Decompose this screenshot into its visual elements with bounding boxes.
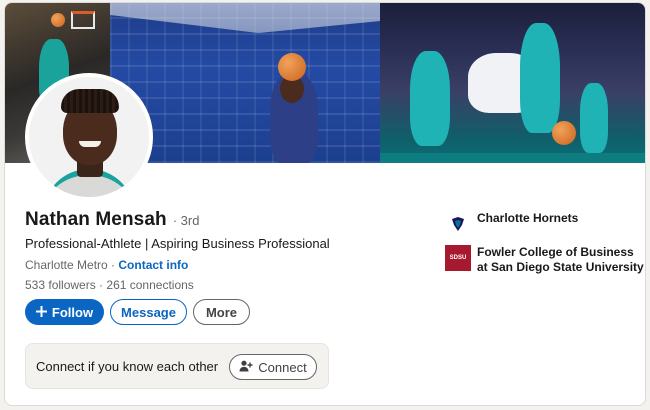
follow-button[interactable]: Follow <box>25 299 104 325</box>
experience-item-hornets[interactable]: Charlotte Hornets <box>445 211 645 237</box>
plus-icon <box>35 305 48 320</box>
profile-location: Charlotte Metro <box>25 258 108 272</box>
location-row: Charlotte Metro · Contact info <box>25 258 188 272</box>
connect-label: Connect <box>258 359 307 375</box>
connect-prompt: Connect if you know each other <box>36 358 219 374</box>
follow-label: Follow <box>51 304 94 320</box>
message-button[interactable]: Message <box>110 299 187 325</box>
connect-button[interactable]: Connect <box>229 354 317 380</box>
player-shape <box>520 23 560 133</box>
location-separator: · <box>107 258 119 272</box>
profile-card: Nathan Mensah · 3rd Professional-Athlete… <box>4 2 646 406</box>
hornets-logo-icon <box>445 211 471 237</box>
experience-item-sdsu[interactable]: SDSU Fowler College of Business at San D… <box>445 245 645 275</box>
profile-headline: Professional-Athlete | Aspiring Business… <box>25 236 330 251</box>
network-stats: 533 followers · 261 connections <box>25 278 194 292</box>
followers-count: 533 followers <box>25 278 96 292</box>
court-shape <box>380 153 645 163</box>
basketball-shape <box>278 53 306 81</box>
person-add-icon <box>239 360 253 375</box>
sdsu-logo-text: SDSU <box>445 245 471 271</box>
profile-avatar[interactable] <box>25 73 153 201</box>
experience-summary: Charlotte Hornets SDSU Fowler College of… <box>445 211 645 283</box>
avatar-hair <box>61 89 119 113</box>
avatar-smile <box>79 141 101 147</box>
player-shape <box>410 51 450 146</box>
basketball-shape <box>51 13 65 27</box>
stats-separator: · <box>95 278 107 292</box>
stands-shape <box>110 3 380 33</box>
basketball-shape <box>552 121 576 145</box>
sdsu-logo-icon: SDSU <box>445 245 471 271</box>
player-shape <box>580 83 608 153</box>
connect-suggestion-box: Connect if you know each other Connect <box>25 343 329 389</box>
connection-degree: · 3rd <box>172 213 200 228</box>
connections-count: 261 connections <box>106 278 194 292</box>
experience-name: Charlotte Hornets <box>477 211 579 225</box>
more-button[interactable]: More <box>193 299 250 325</box>
experience-name: Fowler College of Business at San Diego … <box>477 245 644 274</box>
profile-name: Nathan Mensah <box>25 209 167 230</box>
banner-photo-3 <box>380 3 645 163</box>
hoop-shape <box>71 11 95 29</box>
profile-actions: Follow Message More <box>25 299 250 325</box>
contact-info-link[interactable]: Contact info <box>118 258 188 272</box>
name-row: Nathan Mensah · 3rd <box>25 209 199 231</box>
